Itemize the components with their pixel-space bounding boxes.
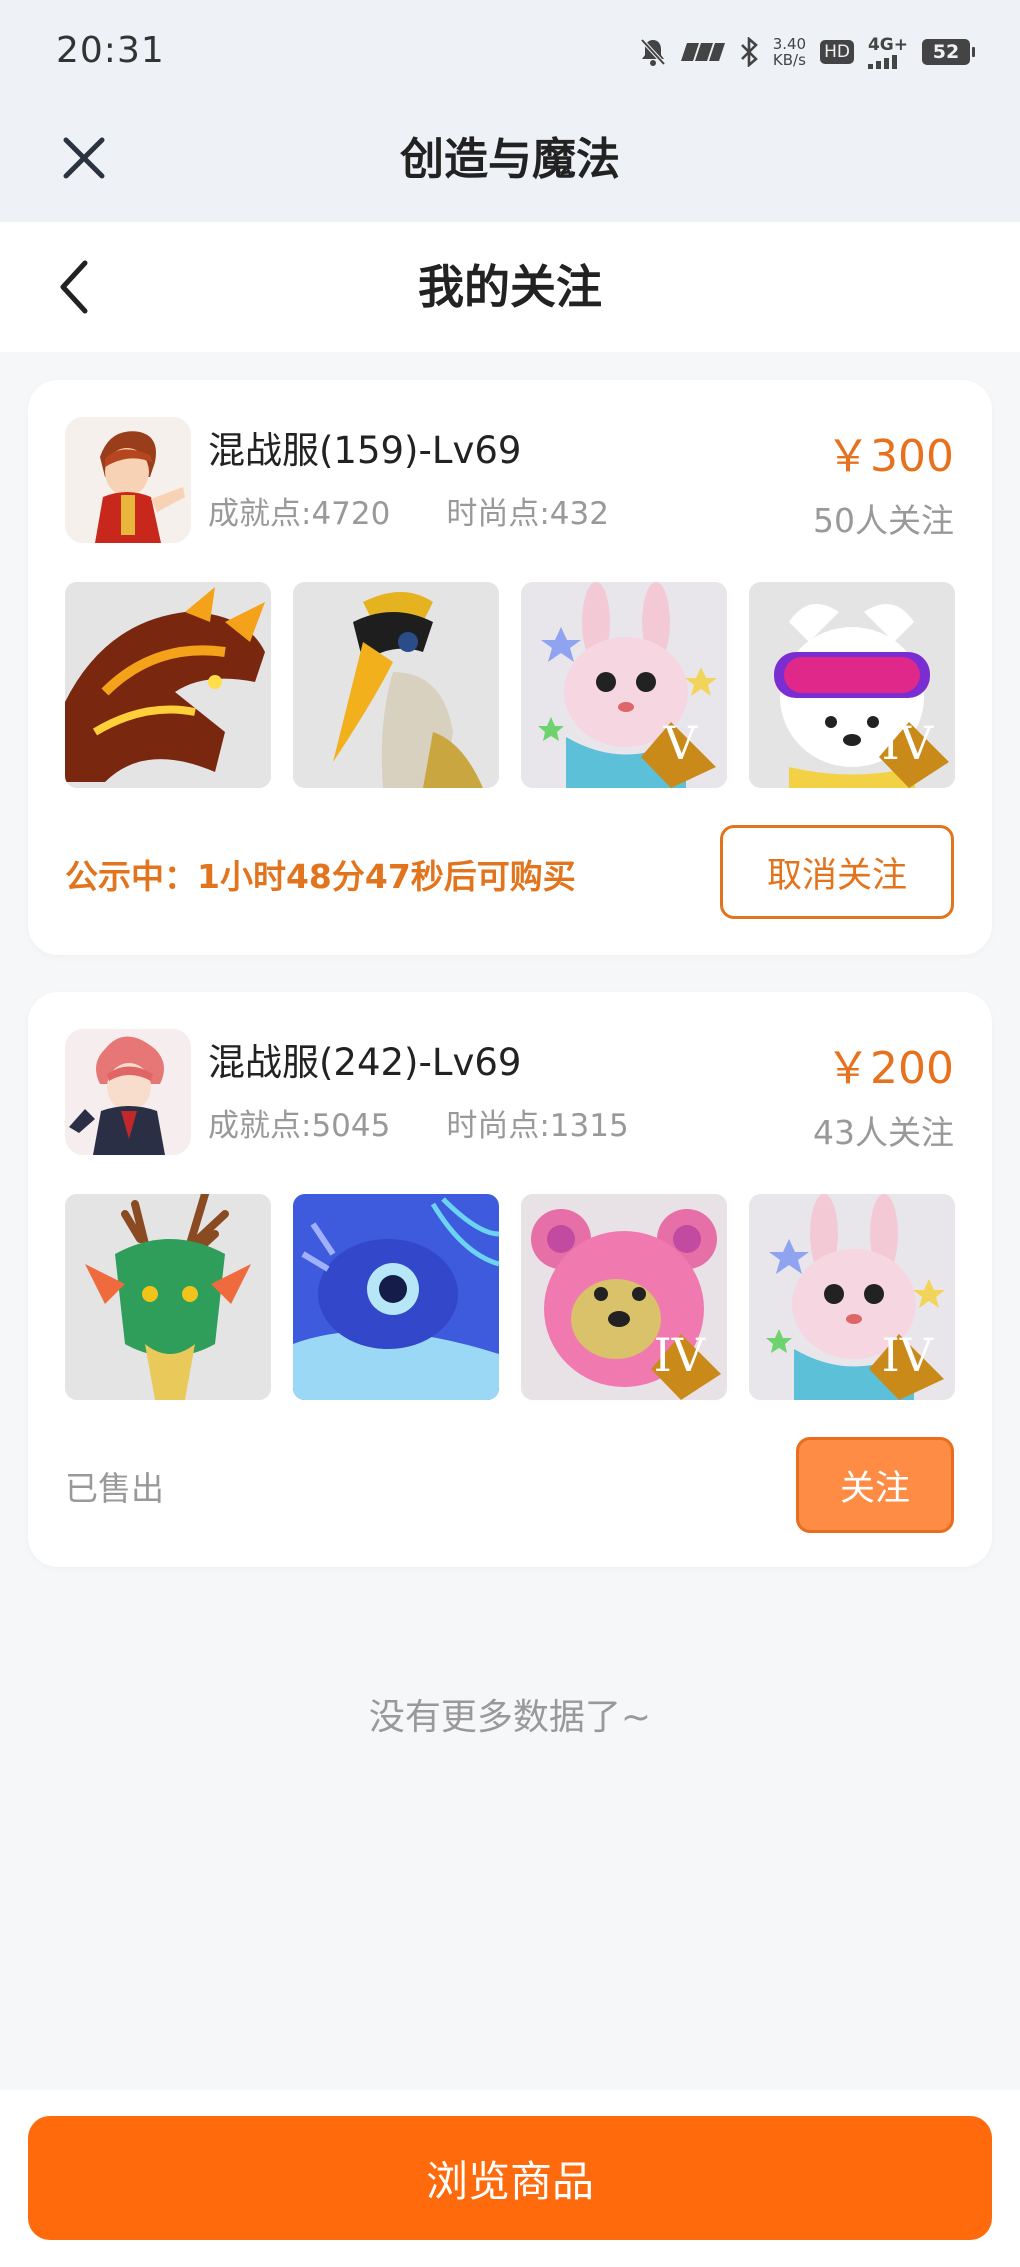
follower-count: 50人关注: [813, 501, 954, 540]
status-time: 20:31: [56, 30, 165, 71]
stats: 成就点:4720 时尚点:432: [208, 488, 609, 533]
app-bar: 创造与魔法: [0, 110, 1020, 222]
pet-thumbnail-goggle-bear[interactable]: IV: [749, 582, 955, 788]
bottom-bar: 浏览商品: [0, 2090, 1020, 2267]
price: ￥300: [826, 431, 954, 482]
signal-icon: 4G+: [867, 35, 908, 69]
hd-icon: HD: [820, 40, 854, 64]
status-bar: 20:31 3.40 KB/s HD 4G+ 52: [0, 0, 1020, 110]
pet-thumbnail-pink-bear[interactable]: IV: [521, 1194, 727, 1400]
battery-icon: 52: [922, 39, 975, 65]
page-header: 我的关注: [0, 222, 1020, 352]
fashion-points: 时尚点:432: [446, 496, 609, 532]
fashion-points: 时尚点:1315: [446, 1108, 629, 1144]
achievement-points: 成就点:4720: [208, 496, 391, 532]
grade-badge: IV: [653, 1328, 705, 1382]
unfollow-button[interactable]: 取消关注: [720, 825, 954, 919]
status-icons: 3.40 KB/s HD 4G+ 52: [639, 30, 975, 74]
pet-thumbnail-fire-dragon[interactable]: [65, 582, 271, 788]
grade-badge: V: [663, 716, 697, 770]
pet-thumbnail-blue-fish[interactable]: [293, 1194, 499, 1400]
publicity-countdown: 公示中：1小时48分47秒后可购买: [65, 857, 576, 896]
list-end-text: 没有更多数据了~: [368, 1697, 652, 1738]
net-speed: 3.40 KB/s: [772, 35, 807, 69]
listing-card[interactable]: 混战服(159)-Lv69 成就点:4720 时尚点:432 ￥300 50人关…: [28, 380, 992, 955]
sold-status: 已售出: [65, 1469, 164, 1508]
pet-thumbnail-bunny[interactable]: V: [521, 582, 727, 788]
nfc-icon: [680, 41, 725, 63]
server-level: 混战服(159)-Lv69: [208, 429, 522, 472]
pet-thumbnails: V IV: [65, 582, 955, 788]
server-level: 混战服(242)-Lv69: [208, 1041, 522, 1084]
pet-thumbnail-hornbill[interactable]: [293, 582, 499, 788]
mute-icon: [639, 37, 667, 67]
character-avatar: [65, 417, 191, 543]
grade-badge: IV: [881, 716, 933, 770]
pet-thumbnails: IV IV: [65, 1194, 955, 1400]
bluetooth-icon: [739, 37, 759, 67]
browse-products-button[interactable]: 浏览商品: [28, 2116, 992, 2240]
page-title: 我的关注: [418, 260, 602, 314]
listing-card[interactable]: 混战服(242)-Lv69 成就点:5045 时尚点:1315 ￥200 43人…: [28, 992, 992, 1567]
price: ￥200: [826, 1043, 954, 1094]
app-title: 创造与魔法: [400, 134, 620, 185]
pet-thumbnail-forest-dragon[interactable]: [65, 1194, 271, 1400]
pet-thumbnail-bunny[interactable]: IV: [749, 1194, 955, 1400]
achievement-points: 成就点:5045: [208, 1108, 391, 1144]
grade-badge: IV: [881, 1328, 933, 1382]
stats: 成就点:5045 时尚点:1315: [208, 1100, 629, 1145]
follow-button[interactable]: 关注: [796, 1437, 954, 1533]
character-avatar: [65, 1029, 191, 1155]
follower-count: 43人关注: [813, 1113, 954, 1152]
